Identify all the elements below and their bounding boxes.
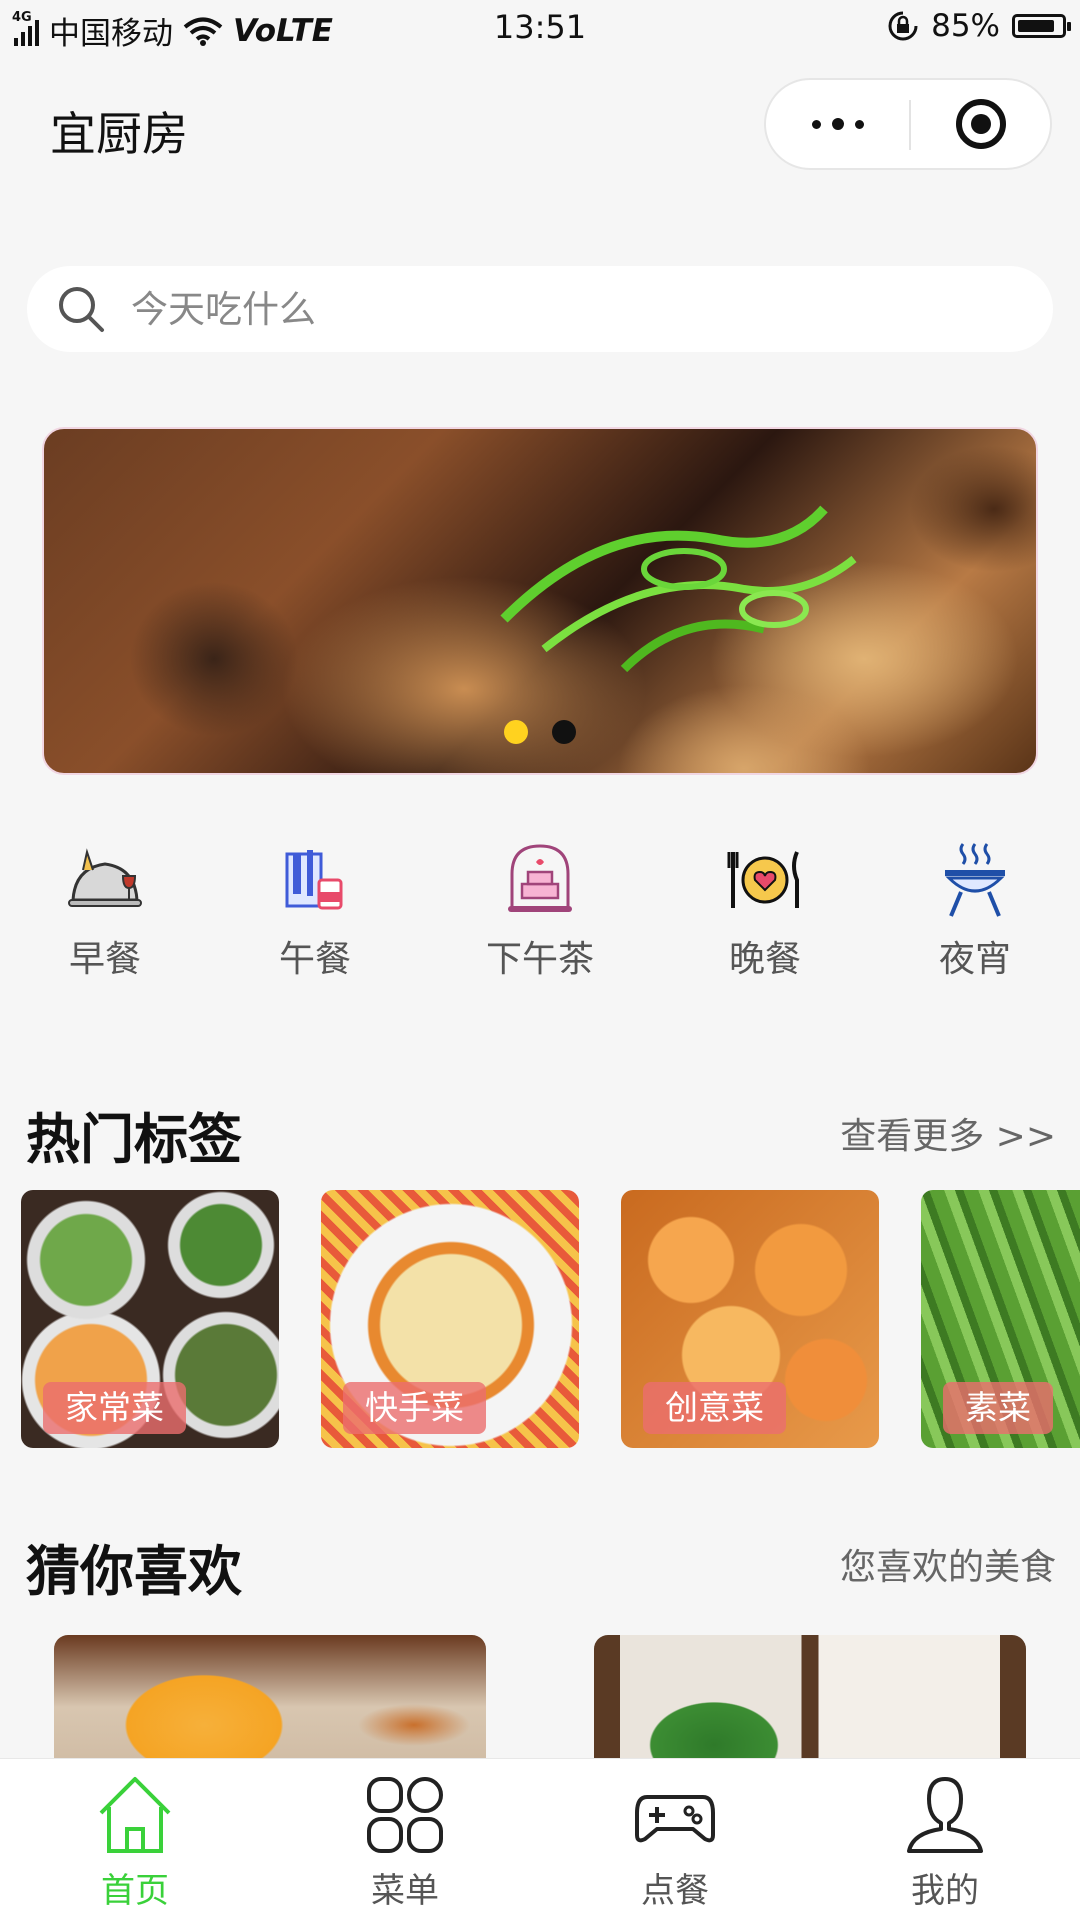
tab-label: 首页 [101, 1871, 169, 1911]
carousel-indicator [504, 720, 576, 744]
tab-home[interactable]: 首页 [55, 1773, 215, 1912]
category-afternoon-tea[interactable]: 下午茶 [460, 840, 620, 982]
tab-label: 点餐 [641, 1871, 709, 1911]
search-input[interactable] [129, 286, 933, 332]
carousel-dot-1[interactable] [504, 720, 528, 744]
category-label: 午餐 [278, 939, 351, 980]
capsule-divider [909, 100, 911, 150]
bottom-tab-bar: 首页 菜单 点餐 我的 [0, 1758, 1080, 1921]
hot-tags-list: 家常菜 快手菜 创意菜 素菜 [0, 1190, 1080, 1450]
category-label: 早餐 [68, 939, 141, 980]
carousel-dot-2[interactable] [552, 720, 576, 744]
category-late-night[interactable]: 夜宵 [895, 840, 1055, 982]
status-bar: 4G 中国移动 VoLTE 13:51 85% [0, 0, 1080, 56]
tag-card-creative[interactable]: 创意菜 [621, 1190, 879, 1448]
page-title: 宜厨房 [50, 107, 188, 161]
rotation-lock-icon [888, 11, 918, 41]
gamepad-icon [635, 1795, 715, 1843]
tab-menu[interactable]: 菜单 [325, 1773, 485, 1912]
tab-order[interactable]: 点餐 [595, 1773, 755, 1912]
category-breakfast[interactable]: 早餐 [25, 840, 185, 982]
view-more-link[interactable]: 查看更多 >> [840, 1107, 1056, 1159]
battery-percent: 85% [931, 8, 1000, 44]
guess-subtitle: 您喜欢的美食 [839, 1547, 1056, 1588]
scallion-garnish [500, 505, 857, 673]
meal-categories: 早餐 午餐 下午茶 晚餐 夜宵 [0, 840, 1080, 980]
grid-menu-icon [367, 1777, 443, 1853]
banner-carousel[interactable] [42, 427, 1038, 775]
cake-dome-icon [508, 844, 572, 912]
close-target-button[interactable] [956, 99, 1006, 149]
dinner-plate-icon [727, 851, 799, 908]
category-label: 夜宵 [938, 939, 1011, 980]
category-label: 晚餐 [728, 939, 801, 980]
tab-label: 菜单 [371, 1871, 439, 1911]
user-icon [907, 1777, 983, 1853]
breakfast-cloche-icon [68, 848, 142, 907]
mini-program-capsule [764, 78, 1052, 170]
battery-icon [1012, 14, 1071, 38]
tag-label: 创意菜 [643, 1382, 786, 1434]
guess-title: 猜你喜欢 [26, 1540, 242, 1603]
home-icon [99, 1777, 171, 1853]
title-bar: 宜厨房 [0, 70, 1080, 180]
category-lunch[interactable]: 午餐 [235, 840, 395, 982]
search-icon [59, 287, 104, 332]
tab-label: 我的 [911, 1871, 979, 1911]
tab-profile[interactable]: 我的 [865, 1773, 1025, 1912]
category-label: 下午茶 [485, 939, 594, 980]
tag-card-home-style[interactable]: 家常菜 [21, 1190, 279, 1448]
hot-tags-title: 热门标签 [26, 1108, 242, 1171]
search-bar[interactable] [27, 266, 1053, 352]
category-dinner[interactable]: 晚餐 [685, 840, 845, 982]
tag-card-vegetarian[interactable]: 素菜 [921, 1190, 1080, 1448]
lunch-drink-icon [285, 850, 343, 910]
barbecue-grill-icon [945, 843, 1005, 917]
tag-label: 素菜 [943, 1382, 1053, 1434]
more-button[interactable] [766, 80, 909, 168]
tag-label: 家常菜 [43, 1382, 186, 1434]
tag-card-quick[interactable]: 快手菜 [321, 1190, 579, 1448]
tag-label: 快手菜 [343, 1382, 486, 1434]
